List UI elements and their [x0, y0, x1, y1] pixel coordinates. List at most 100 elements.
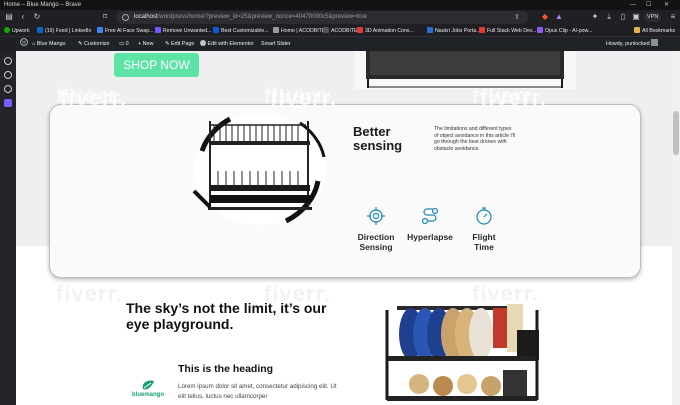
feature-label: Flight [472, 232, 496, 242]
edit-page-link[interactable]: ✎ Edit Page [165, 37, 194, 51]
section-tagline: The sky’s not the limit, it’s our eye pl… [126, 300, 327, 332]
brave-shields-icon[interactable]: ◆ [540, 12, 550, 22]
smart-slider-label: Smart Slider [261, 41, 291, 47]
bookmark-label: ACODBITE [331, 28, 358, 34]
bookmark-item[interactable]: Full Stack Web Dev... [479, 25, 536, 37]
bookmark-label: Upwork [12, 28, 30, 34]
sidebar-toggle-icon[interactable]: ▤ [4, 12, 14, 22]
bookmark-item[interactable]: Free AI Face Swap... [97, 25, 153, 37]
feature-label: Sensing [359, 242, 393, 252]
acodbite-icon [323, 27, 329, 33]
playlist-icon[interactable] [4, 99, 12, 107]
back-icon[interactable]: ‹ [18, 12, 28, 22]
extensions-icon[interactable]: ✦ [590, 12, 600, 22]
bookmark-item[interactable]: Opus Clip - AI-pow... [537, 25, 592, 37]
bluemango-logo: bluemango [128, 379, 168, 401]
feature-label: Time [474, 242, 494, 252]
smart-slider-link[interactable]: Smart Slider [261, 37, 291, 51]
download-icon[interactable]: ⤓ [604, 12, 614, 22]
bookmark-label: Opus Clip - AI-pow... [545, 28, 593, 34]
route-icon [420, 206, 440, 226]
feature-flight-time: Flight Time [454, 232, 514, 252]
bookmarks-bar: Upwork (19) Feed | LinkedIn Free AI Face… [0, 25, 680, 37]
site-name-link[interactable]: ⌂ Blue Mango [32, 37, 66, 51]
bookmark-item[interactable]: Best Customizable... [213, 25, 269, 37]
vpn-label: VPN [647, 14, 659, 20]
bookmark-label: Remove Unwanted... [163, 28, 212, 34]
url-path: /wordpress/home/?preview_id=25&preview_n… [157, 14, 367, 20]
reading-list-icon[interactable] [4, 71, 12, 79]
fiverr-watermark: fiverr. [480, 85, 547, 110]
close-icon[interactable]: ✕ [664, 0, 669, 10]
browser-side-panel [0, 51, 16, 405]
bookmark-label: Full Stack Web Dev... [487, 28, 537, 34]
bookmark-icon[interactable]: ⌑ [100, 12, 110, 22]
elementor-link[interactable]: Edit with Elementor [200, 37, 254, 51]
all-bookmarks[interactable]: All Bookmarks [634, 25, 675, 37]
feature-card: fiverr. fiverr. fiverr. Better sensing T… [49, 85, 641, 278]
site-name: Blue Mango [36, 41, 66, 47]
scrollbar-thumb[interactable] [673, 111, 679, 155]
avatar [651, 39, 659, 46]
feature-label: Direction [357, 232, 395, 242]
new-content-link[interactable]: + New [138, 37, 153, 51]
howdy-label: Howdy, punlocked [606, 41, 650, 47]
stopwatch-icon [474, 206, 494, 226]
section-heading: This is the heading [178, 363, 274, 375]
address-bar[interactable]: localhost/wordpress/home/?preview_id=25&… [116, 11, 528, 24]
feature-direction-sensing: Direction Sensing [346, 232, 406, 252]
faceswap-icon [97, 27, 103, 33]
vpn-button[interactable]: VPN [644, 12, 662, 22]
bookmark-item[interactable]: Home | ACODBITE [273, 25, 325, 37]
bookmark-item[interactable]: 3D Animation Cons... [357, 25, 414, 37]
comments-icon: ▭ [119, 41, 125, 47]
new-label: New [142, 41, 154, 47]
dish-rack-image [190, 111, 330, 231]
shop-now-button[interactable]: SHOP NOW [114, 53, 199, 77]
card-title: Better sensing [353, 125, 402, 153]
howdy-link[interactable]: Howdy, punlocked [606, 37, 659, 51]
customize-link[interactable]: ✎ Customize [78, 37, 109, 51]
youtube-icon [479, 27, 485, 33]
wp-admin-bar: W ⌂ Blue Mango ✎ Customize ▭ 0 + New ✎ E… [16, 37, 680, 51]
minimize-icon[interactable]: — [630, 0, 636, 10]
crosshair-icon [366, 206, 386, 226]
menu-icon[interactable]: ≡ [668, 12, 678, 22]
bookmark-label: Home | ACODBITE [281, 28, 326, 34]
window-title-bar: Home – Blue Mango – Brave — ☐ ✕ [0, 0, 680, 10]
card-title-line: sensing [353, 138, 403, 153]
bookmark-item[interactable]: ACODBITE [323, 25, 358, 37]
bookmark-item[interactable]: Remove Unwanted... [155, 25, 211, 37]
wallet-icon[interactable]: ▣ [631, 12, 641, 22]
naukri-icon [427, 27, 433, 33]
bookmark-label: (19) Feed | LinkedIn [45, 28, 92, 34]
folder-icon [634, 27, 640, 33]
feature-label: Hyperlapse [407, 232, 453, 242]
feature-hyperlapse: Hyperlapse [400, 232, 460, 242]
history-icon[interactable] [4, 57, 12, 65]
reload-icon[interactable]: ↻ [32, 12, 42, 22]
bookmarks-panel-icon[interactable] [4, 85, 12, 93]
youtube-icon [357, 27, 363, 33]
url-host: localhost [134, 14, 158, 20]
window-title: Home – Blue Mango – Brave [4, 2, 82, 8]
site-info-icon[interactable] [122, 14, 129, 21]
bookmark-label: Free AI Face Swap... [105, 28, 154, 34]
bookmark-item[interactable]: Naukri Jobs Porta... [427, 25, 481, 37]
maximize-icon[interactable]: ☐ [646, 0, 651, 10]
sidebar-panel-icon[interactable]: ▯ [618, 12, 628, 22]
page-scrollbar[interactable] [672, 51, 680, 405]
section-body-text: Lorem ipsum dolor sit amet, consectetur … [178, 383, 337, 400]
linkedin-icon [37, 27, 43, 33]
fiverr-watermark: fiverr. [60, 85, 127, 110]
wordpress-theme-icon [213, 27, 219, 33]
bookmark-item[interactable]: Upwork [4, 25, 30, 37]
remover-icon [155, 27, 161, 33]
wordpress-logo-icon[interactable]: W [20, 37, 28, 51]
opus-icon [537, 27, 543, 33]
comments-link[interactable]: ▭ 0 [119, 37, 129, 51]
comments-count: 0 [125, 41, 129, 47]
bookmark-item[interactable]: (19) Feed | LinkedIn [37, 25, 91, 37]
share-icon[interactable]: ⇪ [514, 11, 520, 24]
brave-rewards-icon[interactable]: ▲ [554, 12, 564, 22]
